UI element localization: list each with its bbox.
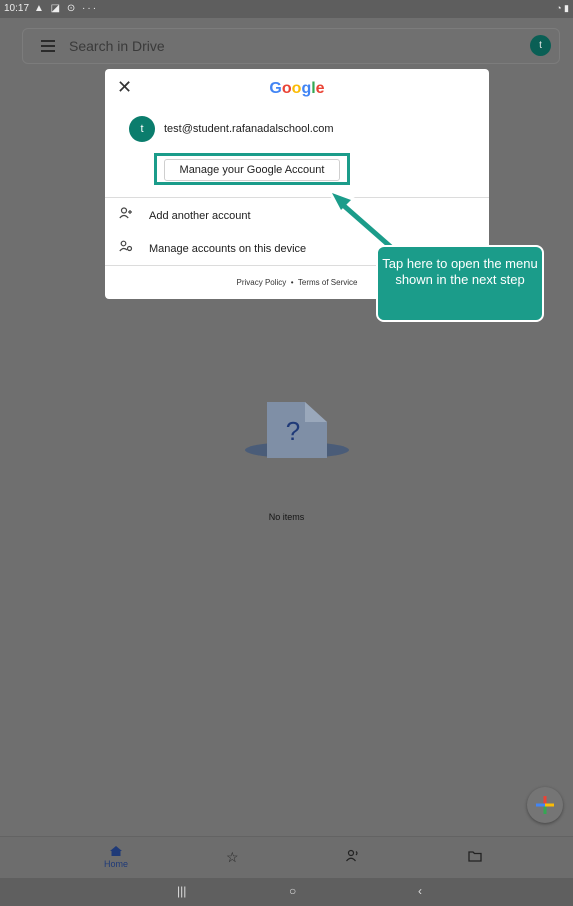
divider [105, 197, 489, 198]
search-placeholder: Search in Drive [69, 38, 165, 54]
empty-folder-illustration: ? [245, 402, 349, 458]
manage-google-account-button[interactable]: Manage your Google Account [164, 159, 340, 181]
nav-shared[interactable] [345, 849, 361, 865]
empty-state-text: No items [268, 512, 305, 522]
menu-item-manage-accounts[interactable]: Manage accounts on this device [119, 240, 306, 255]
question-mark-icon: ? [286, 416, 300, 446]
status-time: 10:17 [4, 3, 30, 14]
google-logo: Google [269, 80, 325, 97]
account-email: test@student.rafanadalschool.com [164, 123, 334, 135]
star-icon: ☆ [226, 849, 239, 865]
terms-of-service-link[interactable]: Terms of Service [298, 278, 358, 287]
tutorial-highlight: Manage your Google Account [154, 153, 350, 185]
menu-item-add-account[interactable]: Add another account [119, 207, 251, 222]
notification-icons: ▲ ◪ ⊙ ··· [34, 3, 99, 14]
wifi-icon: ◔ ▮ [556, 3, 569, 13]
shared-icon [346, 849, 358, 862]
menu-item-label: Add another account [149, 210, 251, 222]
back-icon[interactable]: ‹ [418, 884, 422, 898]
status-bar: 10:17 ▲ ◪ ⊙ ··· ◔ ▮ [0, 0, 573, 18]
plus-icon [536, 796, 554, 814]
account-avatar-large: t [129, 116, 155, 142]
nav-starred[interactable]: ☆ [226, 849, 239, 866]
bottom-navigation: Home ☆ [0, 836, 573, 879]
system-navigation-bar: ||| ○ ‹ [0, 878, 573, 906]
recent-apps-icon[interactable]: ||| [177, 884, 186, 898]
new-item-button[interactable] [527, 787, 563, 823]
account-avatar[interactable]: t [530, 35, 551, 56]
footer-separator: • [290, 278, 294, 287]
nav-home[interactable]: Home [101, 845, 131, 869]
home-icon [110, 846, 122, 856]
hamburger-menu-icon[interactable] [41, 40, 55, 52]
add-person-icon [119, 207, 139, 222]
privacy-policy-link[interactable]: Privacy Policy [237, 278, 287, 287]
home-button-icon[interactable]: ○ [289, 884, 296, 898]
menu-item-label: Manage accounts on this device [149, 243, 307, 255]
tutorial-callout: Tap here to open the menu shown in the n… [376, 245, 544, 322]
nav-home-label: Home [103, 859, 128, 869]
search-bar[interactable]: Search in Drive t [22, 28, 560, 64]
folder-icon [468, 851, 482, 862]
manage-accounts-icon [119, 240, 139, 255]
nav-files[interactable] [468, 850, 482, 864]
